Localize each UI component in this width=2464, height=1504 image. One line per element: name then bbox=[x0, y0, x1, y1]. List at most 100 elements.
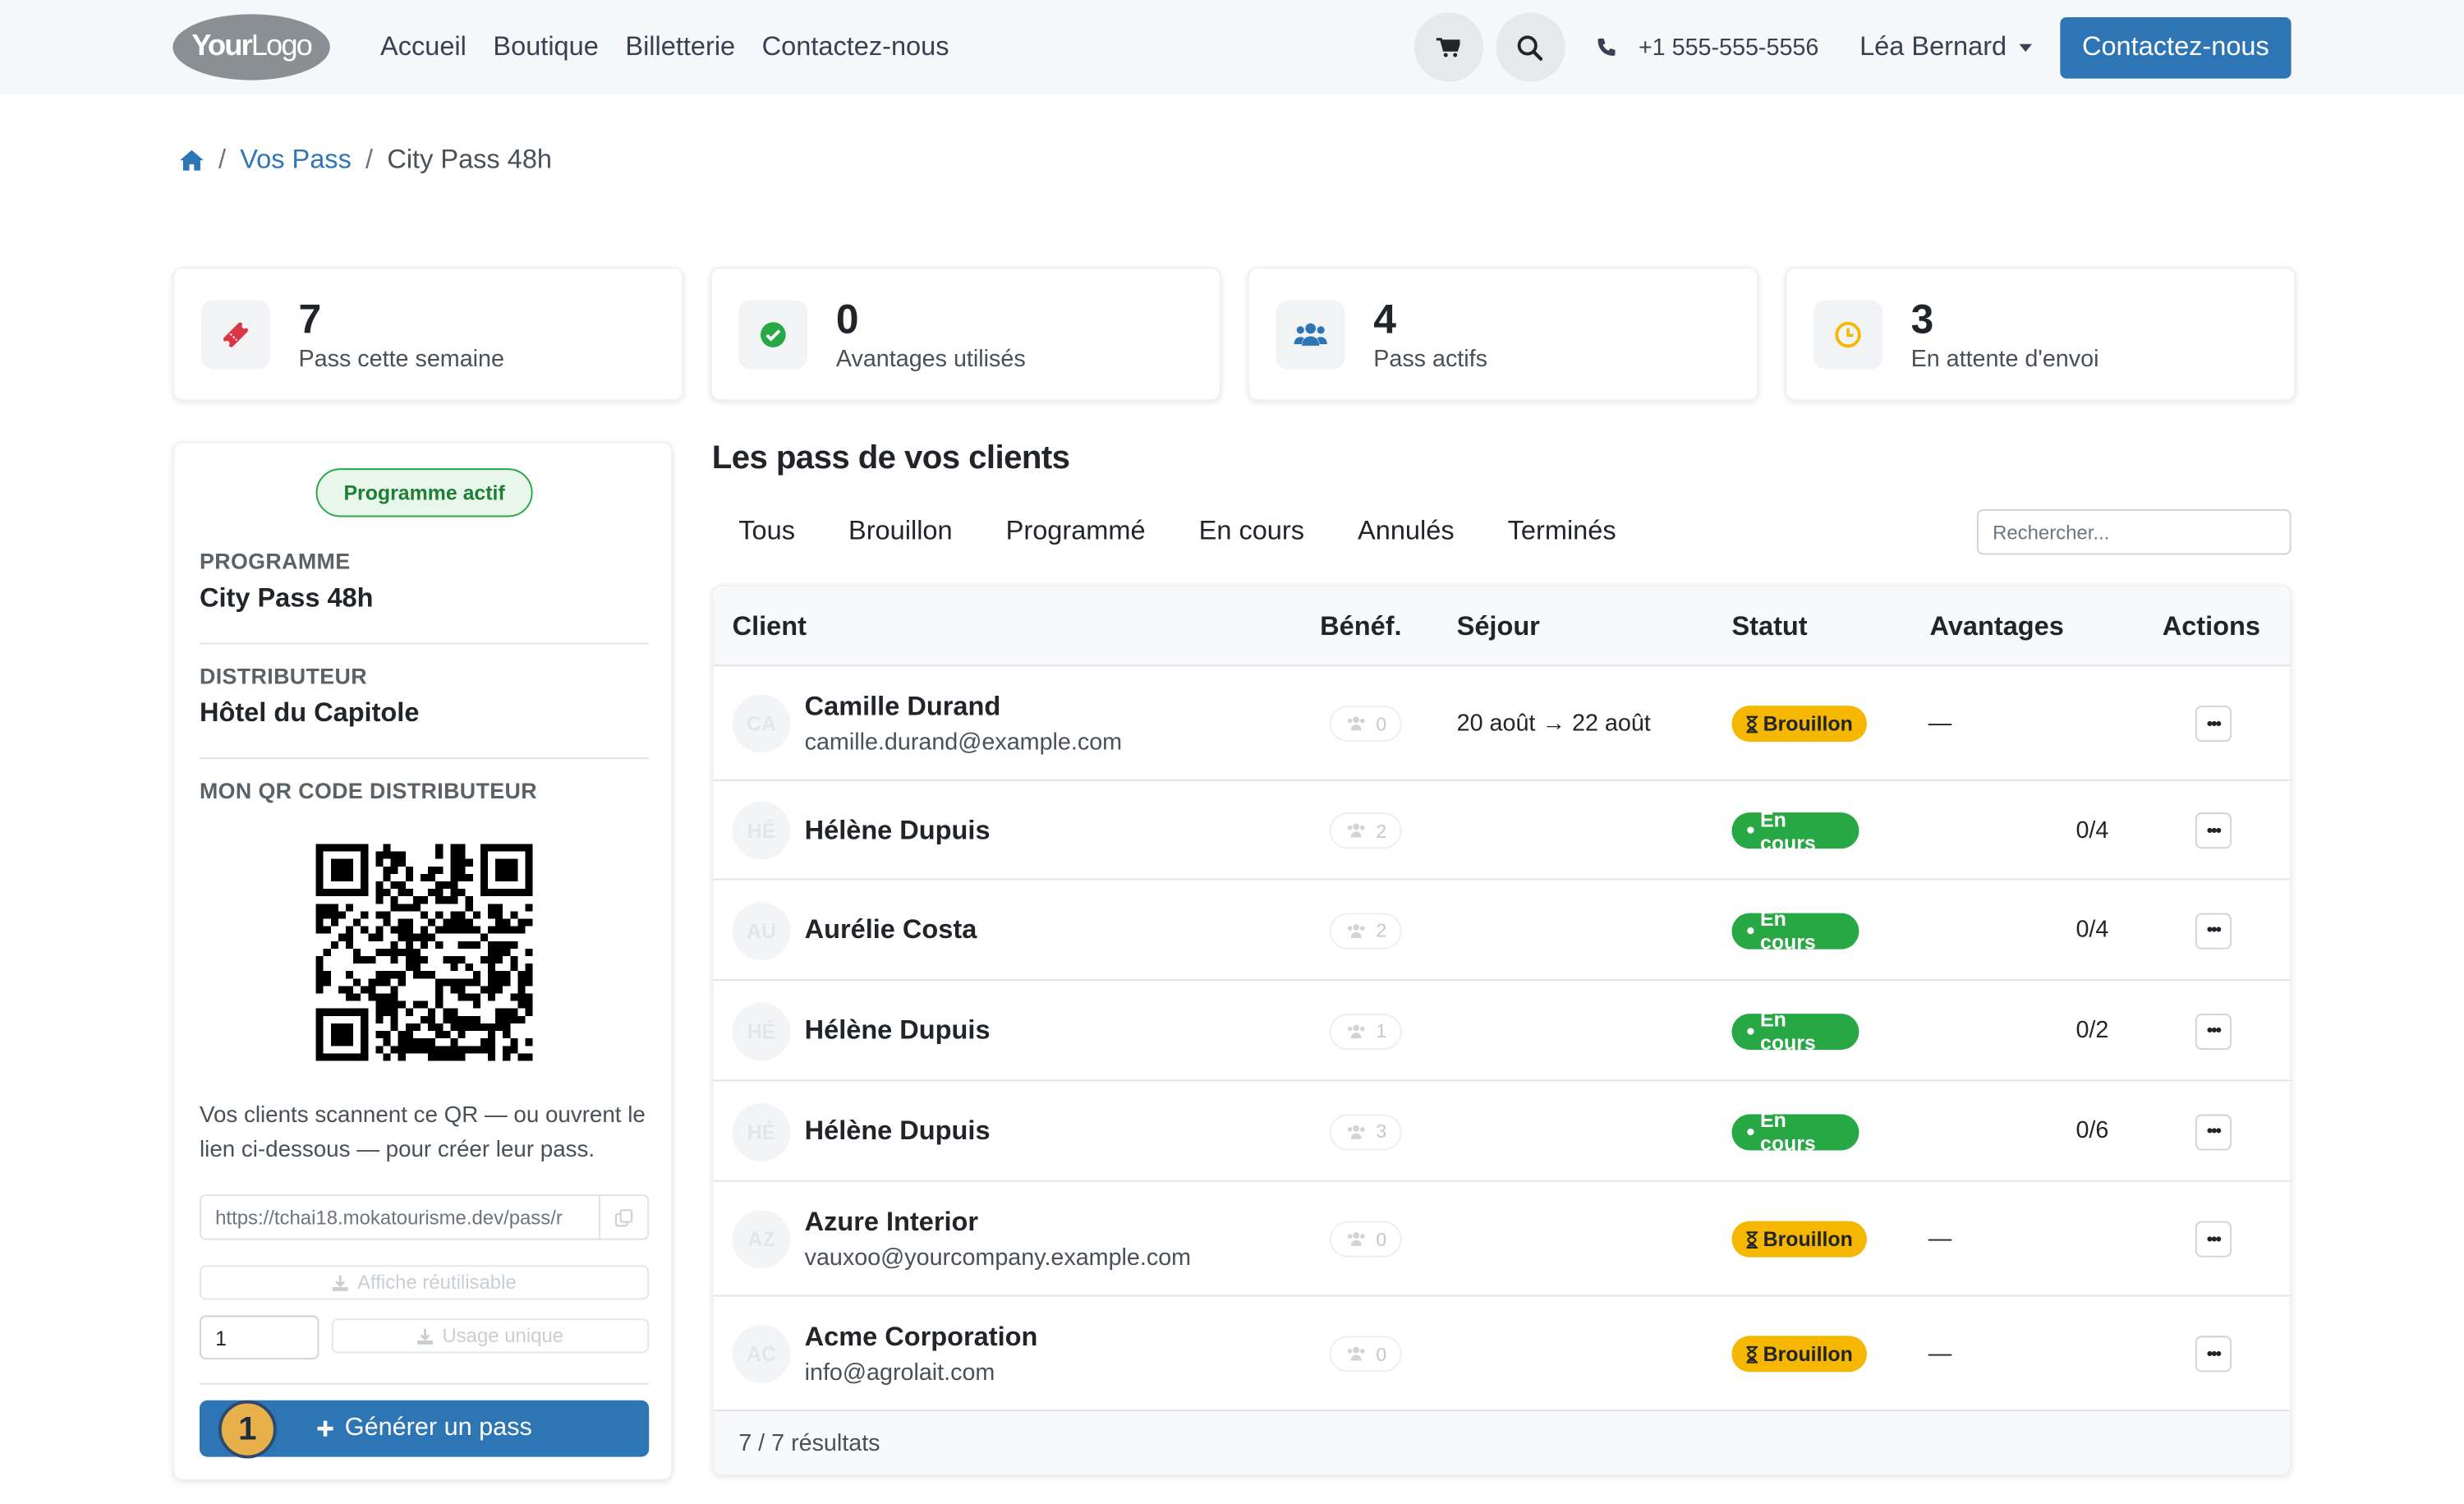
distributor-value: Hôtel du Capitole bbox=[199, 697, 420, 728]
distributor-url-field[interactable]: https://tchai18.mokatourisme.dev/pass/r bbox=[199, 1194, 650, 1240]
beneficiaries-count: 0 bbox=[1376, 712, 1387, 735]
search-input[interactable]: Rechercher... bbox=[1976, 508, 2292, 555]
table-row[interactable]: HÉ Hélène Dupuis 1 ● En cours 0/2 ••• bbox=[713, 980, 2290, 1082]
beneficiaries-badge: 0 bbox=[1329, 1221, 1402, 1258]
beneficiaries-count: 3 bbox=[1376, 1120, 1387, 1143]
tab-annules[interactable]: Annulés bbox=[1358, 516, 1455, 547]
caret-down-icon bbox=[2019, 43, 2032, 52]
generate-pass-label: Générer un pass bbox=[344, 1414, 532, 1442]
benefits-value: 0/2 bbox=[2076, 1016, 2109, 1044]
logo[interactable]: Your Logo bbox=[172, 14, 330, 80]
search-button[interactable] bbox=[1495, 12, 1565, 82]
col-client[interactable]: Client bbox=[733, 611, 807, 642]
beneficiaries-count: 0 bbox=[1376, 1342, 1387, 1365]
col-benef[interactable]: Bénéf. bbox=[1320, 611, 1401, 642]
client-email: info@agrolait.com bbox=[804, 1359, 995, 1386]
row-actions-button[interactable]: ••• bbox=[2195, 912, 2232, 949]
beneficiaries-count: 1 bbox=[1376, 1019, 1387, 1042]
benefits-value: 0/4 bbox=[2076, 916, 2109, 943]
row-actions-button[interactable]: ••• bbox=[2195, 1336, 2232, 1373]
status-label: Brouillon bbox=[1763, 711, 1853, 736]
col-avantages[interactable]: Avantages bbox=[1930, 611, 2064, 642]
client-name: Hélène Dupuis bbox=[804, 1115, 991, 1146]
cart-button[interactable] bbox=[1414, 12, 1483, 82]
nav-link-billetterie[interactable]: Billetterie bbox=[625, 31, 735, 62]
table-row[interactable]: AC Acme Corporation info@agrolait.com 0 Brou… bbox=[713, 1296, 2290, 1412]
ticket-icon bbox=[223, 321, 249, 347]
col-statut[interactable]: Statut bbox=[1731, 611, 1807, 642]
table-row[interactable]: HÉ Hélène Dupuis 2 ● En cours 0/4 ••• bbox=[713, 780, 2290, 881]
table-row[interactable]: AU Aurélie Costa 2 ● En cours 0/4 ••• bbox=[713, 880, 2290, 981]
users-icon bbox=[1294, 322, 1327, 345]
phone-icon bbox=[1597, 37, 1615, 55]
reusable-poster-label: Affiche réutilisable bbox=[357, 1271, 517, 1294]
single-use-button[interactable]: Usage unique bbox=[331, 1318, 650, 1354]
users-icon bbox=[1347, 716, 1364, 731]
beneficiaries-count: 2 bbox=[1376, 819, 1387, 842]
row-actions-button[interactable]: ••• bbox=[2195, 812, 2232, 849]
row-actions-button[interactable]: ••• bbox=[2195, 1221, 2232, 1258]
avatar: AC bbox=[732, 1324, 791, 1383]
beneficiaries-badge: 0 bbox=[1329, 706, 1402, 743]
breadcrumb-vos-pass[interactable]: Vos Pass bbox=[240, 145, 352, 176]
home-icon[interactable] bbox=[179, 149, 205, 172]
nav-link-contact[interactable]: Contactez-nous bbox=[762, 31, 949, 62]
client-name: Aurélie Costa bbox=[804, 914, 977, 945]
status-badge: ● En cours bbox=[1731, 907, 1859, 954]
row-actions-button[interactable]: ••• bbox=[2195, 1013, 2232, 1050]
status-label: En cours bbox=[1759, 807, 1816, 854]
client-email: camille.durand@example.com bbox=[804, 728, 1123, 756]
hourglass-icon bbox=[1746, 1345, 1758, 1363]
user-menu[interactable]: Léa Bernard bbox=[1859, 31, 2032, 62]
table-row[interactable]: AZ Azure Interior vauxoo@yourcompany.examp… bbox=[713, 1181, 2290, 1297]
copy-button[interactable] bbox=[598, 1196, 647, 1239]
beneficiaries-count: 2 bbox=[1376, 919, 1387, 942]
stat-value: 0 bbox=[835, 294, 859, 343]
stat-card-pass-week: 7 Pass cette semaine bbox=[172, 267, 684, 401]
benefits-value: — bbox=[1928, 1340, 1952, 1367]
stay-dates: 20 août → 22 août bbox=[1456, 709, 1651, 737]
client-name: Azure Interior bbox=[804, 1206, 979, 1236]
stat-value: 3 bbox=[1910, 294, 1934, 343]
step-number-badge: 1 bbox=[218, 1400, 277, 1459]
nav-link-accueil[interactable]: Accueil bbox=[380, 31, 467, 62]
tab-programme[interactable]: Programmé bbox=[1006, 516, 1146, 547]
stat-label: En attente d'envoi bbox=[1910, 344, 2099, 372]
users-icon bbox=[1347, 923, 1364, 937]
plus-icon bbox=[318, 1420, 334, 1437]
col-sejour[interactable]: Séjour bbox=[1457, 611, 1540, 642]
contact-cta-button[interactable]: Contactez-nous bbox=[2060, 16, 2292, 78]
status-badge: ● En cours bbox=[1731, 1108, 1859, 1155]
status-tabs: Tous Brouillon Programmé En cours Annulé… bbox=[738, 516, 1616, 547]
reusable-poster-button[interactable]: Affiche réutilisable bbox=[199, 1265, 650, 1300]
divider bbox=[199, 1382, 650, 1385]
distributor-label: DISTRIBUTEUR bbox=[199, 663, 367, 689]
row-actions-button[interactable]: ••• bbox=[2195, 706, 2232, 743]
client-name: Hélène Dupuis bbox=[804, 1014, 991, 1046]
nav-link-boutique[interactable]: Boutique bbox=[493, 31, 598, 62]
status-badge: Brouillon bbox=[1731, 706, 1868, 743]
tab-tous[interactable]: Tous bbox=[738, 516, 795, 547]
benefits-value: — bbox=[1928, 709, 1952, 737]
users-icon bbox=[1347, 823, 1364, 838]
stats-row: 7 Pass cette semaine 0 Avantages utilisés … bbox=[172, 267, 2296, 401]
phone-number: +1 555-555-5556 bbox=[1638, 34, 1819, 61]
beneficiaries-badge: 0 bbox=[1329, 1336, 1402, 1373]
tab-en-cours[interactable]: En cours bbox=[1199, 516, 1304, 547]
table-row[interactable]: CA Camille Durand camille.durand@example.c… bbox=[713, 666, 2290, 781]
stat-value: 7 bbox=[298, 294, 322, 343]
breadcrumb-separator: / bbox=[218, 145, 227, 175]
quantity-input[interactable]: 1 bbox=[199, 1315, 319, 1360]
search-icon bbox=[1517, 34, 1543, 60]
phone-link[interactable]: +1 555-555-5556 bbox=[1596, 34, 1818, 61]
status-badge: ● En cours bbox=[1731, 1007, 1859, 1055]
tab-termines[interactable]: Terminés bbox=[1508, 516, 1616, 547]
stat-label: Pass cette semaine bbox=[298, 344, 504, 372]
user-name: Léa Bernard bbox=[1859, 31, 2007, 62]
tab-brouillon[interactable]: Brouillon bbox=[848, 516, 953, 547]
row-actions-button[interactable]: ••• bbox=[2195, 1113, 2232, 1150]
nav-links: Accueil Boutique Billetterie Contactez-n… bbox=[380, 31, 949, 62]
table-row[interactable]: HÉ Hélène Dupuis 3 ● En cours 0/6 ••• bbox=[713, 1081, 2290, 1182]
distributor-url: https://tchai18.mokatourisme.dev/pass/r bbox=[215, 1206, 563, 1229]
beneficiaries-count: 0 bbox=[1376, 1228, 1387, 1251]
